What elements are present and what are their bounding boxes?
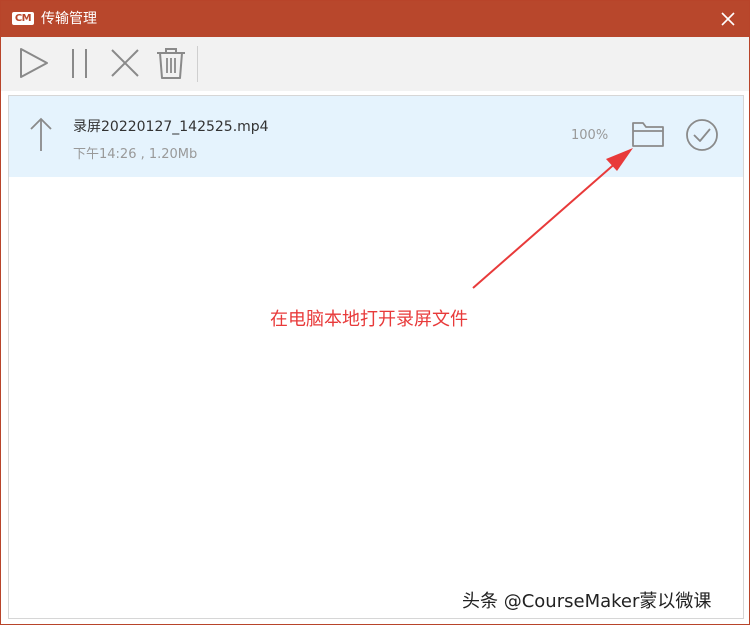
file-info: 下午14:26 , 1.20Mb	[73, 147, 198, 162]
close-window-button[interactable]	[715, 6, 741, 32]
pause-icon	[72, 49, 87, 78]
close-icon	[721, 12, 735, 26]
annotation-text: 在电脑本地打开录屏文件	[270, 309, 468, 330]
window-title: 传输管理	[41, 11, 97, 27]
transfer-row[interactable]: 录屏20220127_142525.mp4 下午14:26 , 1.20Mb 1…	[9, 96, 743, 177]
close-icon	[111, 49, 139, 77]
file-name: 录屏20220127_142525.mp4	[73, 119, 269, 135]
toolbar	[1, 37, 749, 91]
progress-percent: 100%	[571, 128, 609, 143]
open-folder-button[interactable]	[631, 119, 665, 149]
title-bar: CM 传输管理	[1, 1, 749, 37]
start-button[interactable]	[15, 45, 51, 81]
folder-icon	[632, 122, 664, 147]
watermark: 头条 @CourseMaker蒙以微课	[462, 591, 712, 612]
transfer-list: 录屏20220127_142525.mp4 下午14:26 , 1.20Mb 1…	[8, 95, 744, 619]
delete-button[interactable]	[153, 45, 189, 81]
play-icon	[20, 48, 48, 78]
check-circle-icon	[686, 119, 718, 151]
toolbar-divider	[197, 46, 198, 82]
pause-button[interactable]	[61, 45, 97, 81]
upload-arrow-icon	[29, 116, 53, 152]
trash-icon	[157, 48, 185, 79]
completed-status[interactable]	[685, 118, 719, 152]
cancel-button[interactable]	[107, 45, 143, 81]
app-logo: CM	[12, 12, 34, 25]
